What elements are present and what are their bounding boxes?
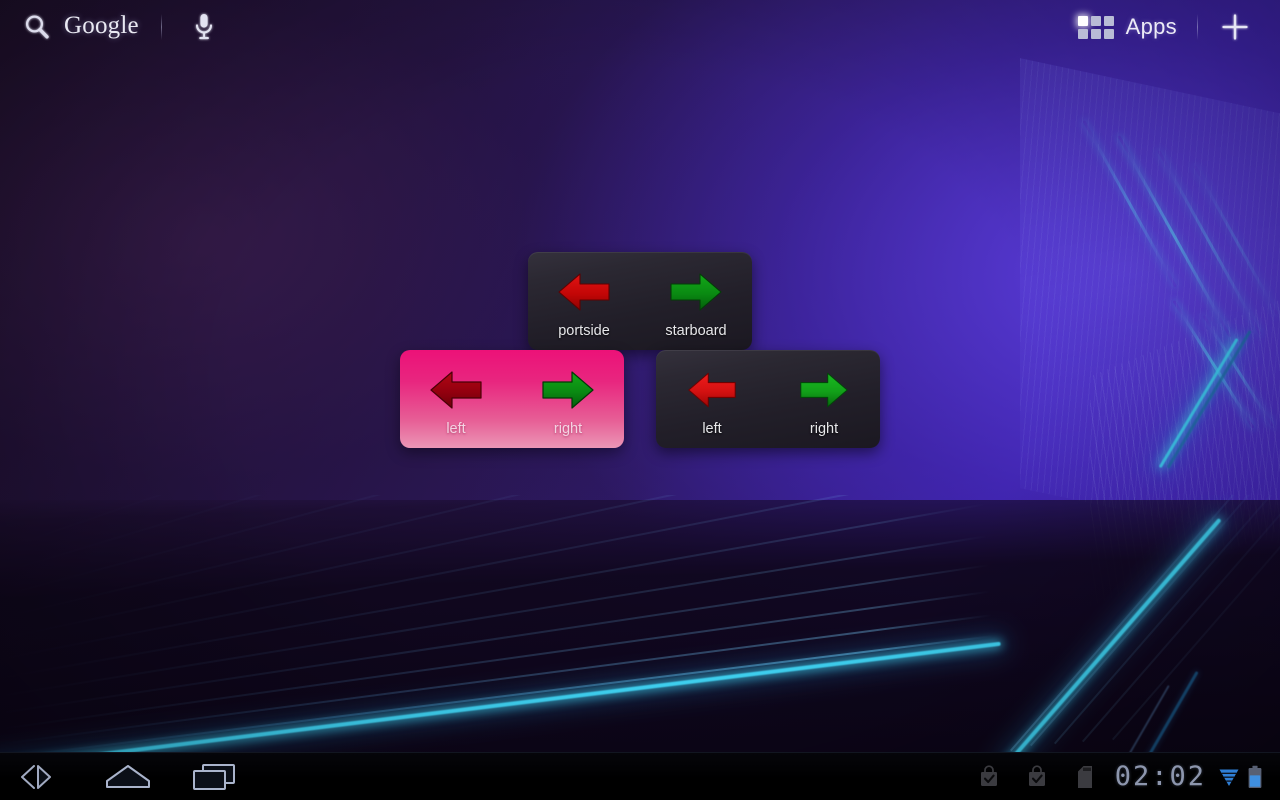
- topbar-right-cluster: Apps: [1072, 4, 1258, 50]
- right-arrow-icon: [670, 272, 722, 311]
- home-button[interactable]: [102, 757, 154, 797]
- right-arrow-icon: [800, 372, 848, 407]
- plain-direction-widget[interactable]: left right: [656, 350, 880, 448]
- apps-grid-icon: [1077, 15, 1114, 39]
- battery-icon: [1248, 765, 1262, 788]
- apps-label: Apps: [1125, 14, 1177, 39]
- widget-button-row: [528, 252, 752, 323]
- topbar-divider: [160, 14, 162, 40]
- right-button-pink[interactable]: [512, 367, 624, 413]
- left-button-pink[interactable]: [400, 367, 512, 413]
- pink-direction-widget[interactable]: left right: [400, 350, 624, 448]
- portside-label: portside: [558, 323, 610, 339]
- widget-label-row: left right: [656, 421, 880, 448]
- wallpaper-neon-chevron-right: [1002, 517, 1222, 770]
- left-button-plain[interactable]: [656, 368, 768, 412]
- widget-label-row: left right: [400, 421, 624, 448]
- battery-icon[interactable]: [1242, 753, 1268, 800]
- left-arrow-icon: [558, 272, 610, 311]
- back-button[interactable]: [16, 757, 68, 797]
- status-icons-area: 02:02: [965, 753, 1268, 800]
- download-complete-icon-2[interactable]: [1013, 753, 1061, 800]
- left-arrow-icon: [688, 372, 736, 407]
- system-clock[interactable]: 02:02: [1109, 761, 1216, 792]
- right-label-plain: right: [809, 421, 839, 437]
- right-button-plain[interactable]: [768, 368, 880, 412]
- status-top-bar: Google Apps: [0, 0, 1280, 54]
- left-label-pink: left: [446, 421, 466, 437]
- back-chevron-icon: [21, 764, 51, 789]
- right-label-pink: right: [553, 421, 583, 437]
- widget-button-row: [656, 350, 880, 421]
- google-search-cluster: Google: [14, 4, 224, 50]
- wallpaper: [0, 0, 1280, 800]
- portside-button[interactable]: [528, 269, 640, 315]
- home-screen: Google Apps portside starboard left righ…: [0, 0, 1280, 800]
- shopping-bag-check-icon: [1028, 764, 1045, 786]
- left-arrow-icon: [430, 370, 482, 409]
- shopping-bag-check-icon: [980, 764, 997, 786]
- apps-button[interactable]: Apps: [1072, 10, 1183, 44]
- sd-card-icon: [1077, 765, 1092, 788]
- download-complete-icon-1[interactable]: [965, 753, 1013, 800]
- wifi-signal-icon[interactable]: [1216, 753, 1242, 800]
- recent-apps-icon: [193, 763, 235, 790]
- google-wordmark[interactable]: Google: [64, 12, 139, 43]
- widget-label-row: portside starboard: [528, 323, 752, 350]
- search-icon[interactable]: [14, 4, 60, 50]
- left-label-plain: left: [702, 421, 722, 437]
- right-arrow-icon: [542, 370, 594, 409]
- wifi-triangle-icon: [1219, 769, 1239, 786]
- navigation-buttons: [16, 757, 240, 797]
- topbar-divider-2: [1197, 14, 1198, 40]
- sd-card-icon[interactable]: [1061, 753, 1109, 800]
- home-icon: [106, 764, 150, 788]
- starboard-label: starboard: [665, 323, 727, 339]
- recents-button[interactable]: [188, 757, 240, 797]
- nautical-direction-widget[interactable]: portside starboard: [528, 252, 752, 350]
- system-navigation-bar: 02:02: [0, 752, 1280, 800]
- starboard-button[interactable]: [640, 269, 752, 315]
- microphone-icon[interactable]: [184, 5, 224, 49]
- widget-button-row: [400, 350, 624, 421]
- plus-icon[interactable]: [1212, 4, 1258, 50]
